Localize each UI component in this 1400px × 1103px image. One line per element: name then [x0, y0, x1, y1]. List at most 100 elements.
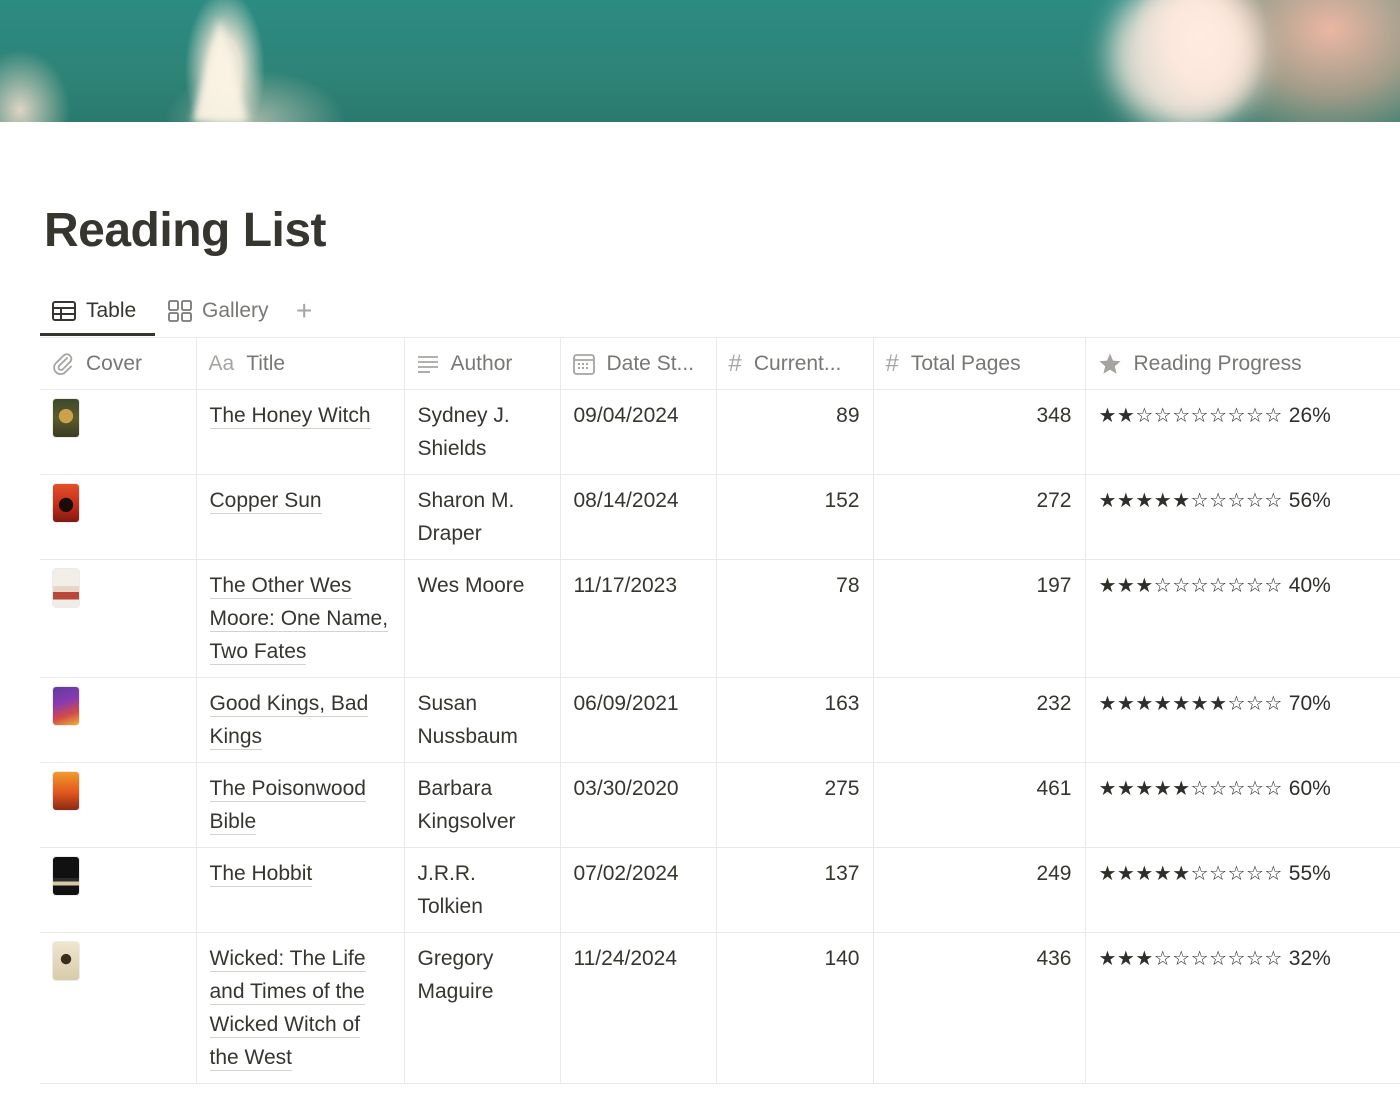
author-cell[interactable]: Barbara Kingsolver: [403, 762, 561, 848]
table-row[interactable]: The Other Wes Moore: One Name, Two Fates…: [40, 559, 1400, 678]
current-page-cell[interactable]: 163: [715, 677, 874, 763]
wicked-cover[interactable]: [53, 942, 79, 980]
reading-progress-cell[interactable]: ★★★★★★★☆☆☆ 70%: [1084, 677, 1400, 763]
lines-icon: [417, 355, 439, 373]
good-kings-cover[interactable]: [53, 687, 79, 725]
total-pages-cell[interactable]: 232: [872, 677, 1086, 763]
date-started: 09/04/2024: [573, 404, 679, 427]
title-cell[interactable]: Wicked: The Life and Times of the Wicked…: [195, 932, 405, 1084]
cover-cell[interactable]: [40, 932, 197, 1084]
calendar-icon: [572, 353, 595, 375]
column-header-current-page[interactable]: # Current...: [715, 337, 874, 390]
cover-cell[interactable]: [40, 389, 197, 475]
cover-cell[interactable]: [40, 474, 197, 560]
date-started-cell[interactable]: 06/09/2021: [559, 677, 717, 763]
title-cell[interactable]: The Poisonwood Bible: [195, 762, 405, 848]
total-pages-cell[interactable]: 272: [872, 474, 1086, 560]
column-header-label: Current...: [753, 351, 842, 375]
current-page-cell[interactable]: 89: [715, 389, 874, 475]
table-row[interactable]: Wicked: The Life and Times of the Wicked…: [40, 932, 1400, 1084]
column-header-reading-progress[interactable]: Reading Progress: [1084, 337, 1400, 390]
date-started-cell[interactable]: 11/24/2024: [559, 932, 717, 1084]
date-started-cell[interactable]: 11/17/2023: [559, 559, 717, 678]
column-header-cover[interactable]: Cover: [40, 337, 197, 390]
honey-witch-cover[interactable]: [53, 399, 79, 437]
title-cell[interactable]: The Hobbit: [195, 847, 405, 933]
copper-sun-cover[interactable]: [53, 484, 79, 522]
book-title-link[interactable]: The Hobbit: [209, 862, 313, 887]
column-header-title[interactable]: Aa Title: [195, 337, 405, 390]
table-row[interactable]: Good Kings, Bad Kings Susan Nussbaum 06/…: [40, 677, 1400, 763]
date-started: 11/17/2023: [573, 574, 678, 597]
table-header-row: Cover Aa Title Author Date St... # Curre…: [40, 337, 1400, 390]
current-page: 89: [836, 404, 860, 427]
add-view-button[interactable]: +: [296, 287, 312, 335]
column-header-total-pages[interactable]: # Total Pages: [872, 337, 1086, 390]
reading-progress-cell[interactable]: ★★★★★☆☆☆☆☆ 55%: [1084, 847, 1400, 933]
book-title-link[interactable]: Wicked: The Life and Times of the Wicked…: [209, 947, 366, 1071]
tab-gallery[interactable]: Gallery: [168, 287, 269, 335]
cover-cell[interactable]: [40, 847, 197, 933]
date-started-cell[interactable]: 09/04/2024: [559, 389, 717, 475]
reading-progress-cell[interactable]: ★★★★★☆☆☆☆☆ 60%: [1084, 762, 1400, 848]
hobbit-cover[interactable]: [53, 857, 79, 895]
reading-progress-cell[interactable]: ★★★☆☆☆☆☆☆☆ 32%: [1084, 932, 1400, 1084]
table-row[interactable]: The Hobbit J.R.R. Tolkien 07/02/2024 137…: [40, 847, 1400, 933]
table-row[interactable]: Copper Sun Sharon M. Draper 08/14/2024 1…: [40, 474, 1400, 560]
column-header-label: Date St...: [606, 351, 695, 375]
reading-progress-cell[interactable]: ★★★★★☆☆☆☆☆ 56%: [1084, 474, 1400, 560]
gallery-icon: [168, 300, 192, 322]
book-title-link[interactable]: The Other Wes Moore: One Name, Two Fates: [209, 574, 389, 665]
tab-table[interactable]: Table: [52, 287, 136, 335]
book-title-link[interactable]: Copper Sun: [209, 489, 322, 514]
column-header-author[interactable]: Author: [403, 337, 561, 390]
current-page-cell[interactable]: 137: [715, 847, 874, 933]
title-cell[interactable]: Copper Sun: [195, 474, 405, 560]
cover-cell[interactable]: [40, 559, 197, 678]
author-cell[interactable]: Gregory Maguire: [403, 932, 561, 1084]
date-started: 03/30/2020: [573, 777, 679, 800]
cover-flower-petal: [192, 18, 248, 122]
date-started: 06/09/2021: [573, 692, 679, 715]
progress-percent: 32%: [1288, 947, 1331, 970]
progress-stars: ★★★★★☆☆☆☆☆: [1098, 488, 1283, 512]
total-pages-cell[interactable]: 461: [872, 762, 1086, 848]
book-title-link[interactable]: The Poisonwood Bible: [209, 777, 366, 835]
author-cell[interactable]: J.R.R. Tolkien: [403, 847, 561, 933]
author-cell[interactable]: Wes Moore: [403, 559, 561, 678]
other-wes-moore-cover[interactable]: [53, 569, 79, 607]
title-cell[interactable]: The Other Wes Moore: One Name, Two Fates: [195, 559, 405, 678]
author-cell[interactable]: Sydney J. Shields: [403, 389, 561, 475]
reading-progress-cell[interactable]: ★★★☆☆☆☆☆☆☆ 40%: [1084, 559, 1400, 678]
book-title-link[interactable]: Good Kings, Bad Kings: [209, 692, 369, 750]
poisonwood-cover[interactable]: [53, 772, 79, 810]
total-pages-cell[interactable]: 249: [872, 847, 1086, 933]
title-cell[interactable]: Good Kings, Bad Kings: [195, 677, 405, 763]
table-row[interactable]: The Honey Witch Sydney J. Shields 09/04/…: [40, 389, 1400, 475]
cover-cell[interactable]: [40, 762, 197, 848]
total-pages: 197: [1036, 574, 1072, 597]
reading-progress: ★★★★★☆☆☆☆☆ 56%: [1098, 488, 1331, 512]
cover-cell[interactable]: [40, 677, 197, 763]
book-title-link[interactable]: The Honey Witch: [209, 404, 371, 429]
date-started-cell[interactable]: 03/30/2020: [559, 762, 717, 848]
column-header-label: Author: [450, 351, 513, 375]
table-icon: [52, 301, 76, 321]
current-page-cell[interactable]: 78: [715, 559, 874, 678]
table-row[interactable]: The Poisonwood Bible Barbara Kingsolver …: [40, 762, 1400, 848]
total-pages-cell[interactable]: 348: [872, 389, 1086, 475]
author-cell[interactable]: Susan Nussbaum: [403, 677, 561, 763]
date-started-cell[interactable]: 07/02/2024: [559, 847, 717, 933]
current-page-cell[interactable]: 152: [715, 474, 874, 560]
current-page-cell[interactable]: 275: [715, 762, 874, 848]
total-pages-cell[interactable]: 436: [872, 932, 1086, 1084]
column-header-date-started[interactable]: Date St...: [559, 337, 717, 390]
title-cell[interactable]: The Honey Witch: [195, 389, 405, 475]
author-cell[interactable]: Sharon M. Draper: [403, 474, 561, 560]
column-header-label: Title: [246, 351, 286, 375]
reading-progress-cell[interactable]: ★★☆☆☆☆☆☆☆☆ 26%: [1084, 389, 1400, 475]
reading-progress: ★★★☆☆☆☆☆☆☆ 40%: [1099, 573, 1331, 597]
date-started-cell[interactable]: 08/14/2024: [559, 474, 717, 560]
total-pages-cell[interactable]: 197: [872, 559, 1086, 678]
current-page-cell[interactable]: 140: [715, 932, 874, 1084]
